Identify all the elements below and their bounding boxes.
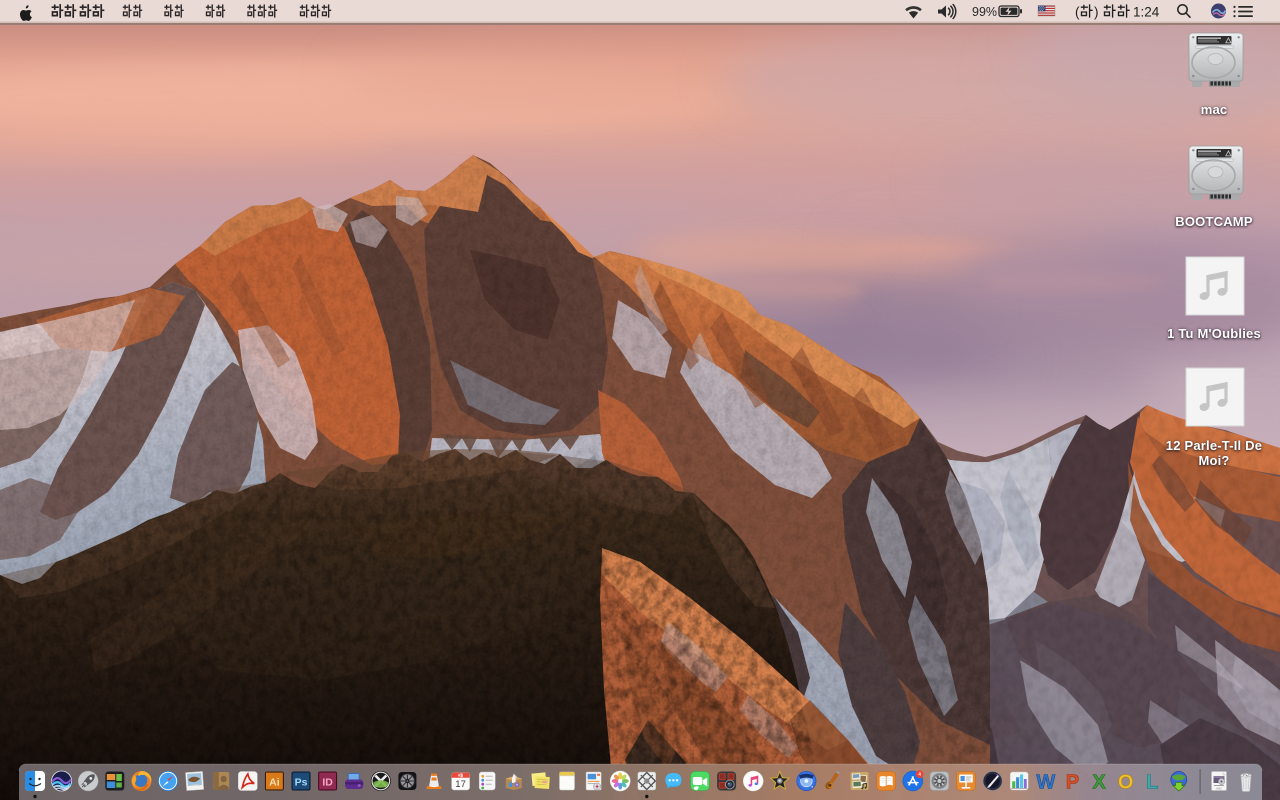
svg-text:ID: ID (322, 777, 333, 789)
svg-text:W: W (1036, 772, 1055, 794)
svg-text:4: 4 (918, 772, 921, 778)
svg-text:17: 17 (455, 779, 466, 790)
svg-text:O: O (1118, 772, 1134, 794)
svg-text:(: ( (1075, 5, 1080, 20)
svg-text:1:24: 1:24 (1133, 5, 1160, 20)
svg-text:Ai: Ai (269, 777, 280, 789)
svg-text:L: L (1146, 772, 1158, 794)
svg-text:99%: 99% (972, 5, 997, 19)
svg-text:): ) (1094, 5, 1099, 20)
svg-text:IMG: IMG (1216, 787, 1222, 791)
svg-text:X: X (1092, 772, 1106, 794)
svg-text:P: P (1066, 772, 1079, 794)
svg-text:Ps: Ps (295, 777, 308, 789)
svg-text:6월: 6월 (458, 773, 463, 778)
